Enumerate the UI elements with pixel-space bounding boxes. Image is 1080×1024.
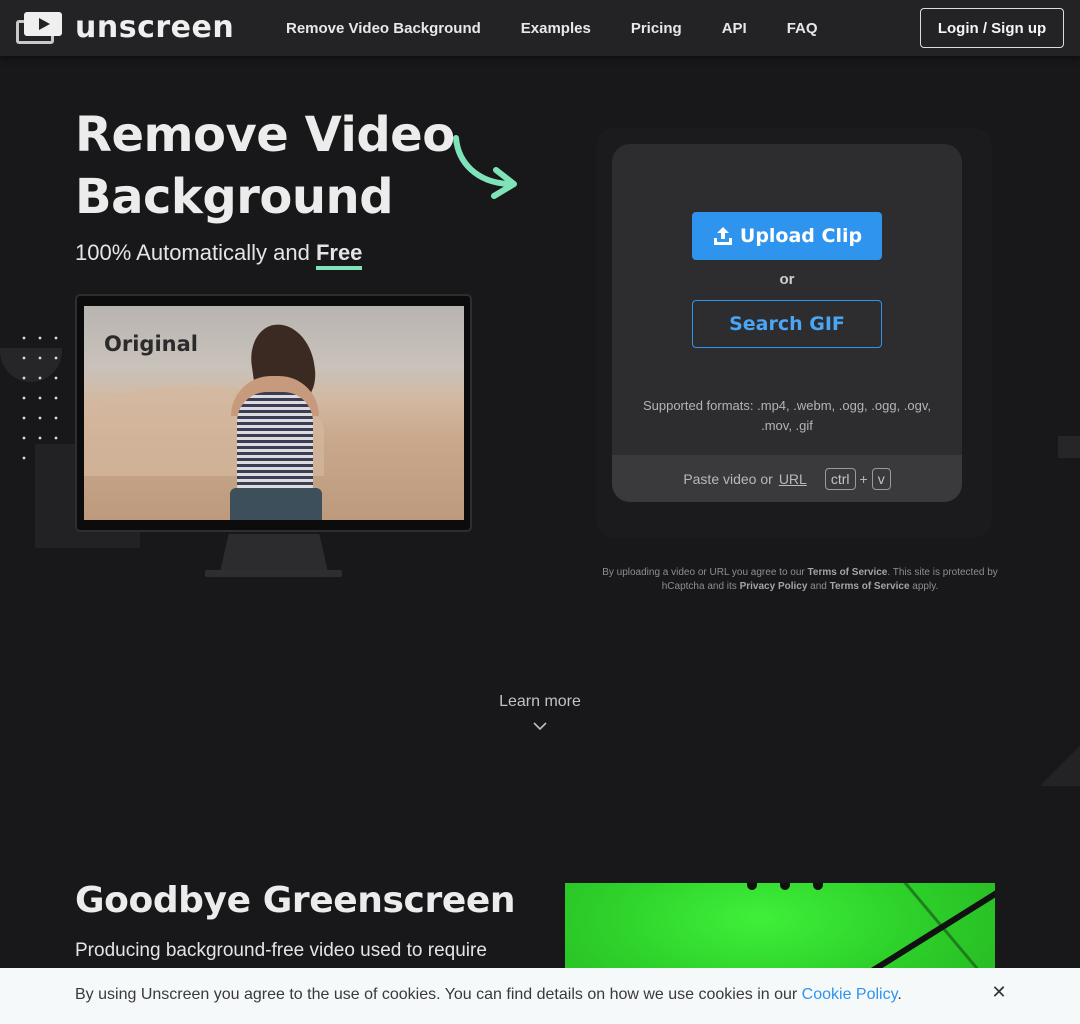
key-ctrl: ctrl <box>824 467 856 490</box>
decor-triangle <box>1040 746 1080 786</box>
or-separator: or <box>779 271 795 288</box>
cookie-banner: By using Unscreen you agree to the use o… <box>0 968 1080 1024</box>
paste-bar: Paste video or URL ctrl + v <box>612 455 962 502</box>
goodbye-text: Producing background-free video used to … <box>75 940 487 961</box>
nav-examples[interactable]: Examples <box>521 20 591 37</box>
formats-line2: .mov, .gif <box>761 418 813 433</box>
close-icon[interactable]: ✕ <box>988 982 1010 1004</box>
upload-clip-button[interactable]: Upload Clip <box>692 212 882 260</box>
demo-monitor: Original <box>75 294 472 532</box>
paste-text: Paste video or <box>683 470 773 487</box>
demo-label: Original <box>104 332 198 356</box>
arrow-icon <box>453 135 517 199</box>
upload-panel: Upload Clip or Search GIF Supported form… <box>612 144 962 502</box>
cookie-period: . <box>897 986 902 1003</box>
hero-subtitle-free: Free <box>315 240 363 270</box>
formats-line1: Supported formats: .mp4, .webm, .ogg, .o… <box>642 398 932 413</box>
goodbye-title: Goodbye Greenscreen <box>75 880 516 921</box>
hero-title-line2: Background <box>75 169 394 225</box>
hero-title: Remove Video Background <box>75 104 495 228</box>
terms-text-1: By uploading a video or URL you agree to… <box>602 567 808 578</box>
paste-url-link[interactable]: URL <box>779 471 807 487</box>
hero-subtitle-text: 100% Automatically and <box>75 240 316 265</box>
supported-formats: Supported formats: .mp4, .webm, .ogg, .o… <box>632 396 942 436</box>
upload-icon <box>713 227 732 245</box>
terms-of-service-link[interactable]: Terms of Service <box>808 567 888 578</box>
terms-text-3: and <box>807 581 830 592</box>
cookie-text: By using Unscreen you agree to the use o… <box>75 986 902 1004</box>
cookie-policy-link[interactable]: Cookie Policy <box>802 986 898 1003</box>
hero-subtitle: 100% Automatically and Free <box>75 240 363 270</box>
cookie-message: By using Unscreen you agree to the use o… <box>75 986 802 1003</box>
privacy-policy-link[interactable]: Privacy Policy <box>740 581 808 592</box>
hero-title-line1: Remove Video <box>75 107 455 163</box>
nav-remove-video-background[interactable]: Remove Video Background <box>286 20 481 37</box>
search-gif-button[interactable]: Search GIF <box>692 300 882 348</box>
login-signup-button[interactable]: Login / Sign up <box>920 8 1064 48</box>
logo[interactable]: unscreen <box>16 12 234 44</box>
monitor-base <box>205 570 342 577</box>
demo-video[interactable]: Original <box>84 306 464 520</box>
main-nav: Remove Video Background Examples Pricing… <box>286 0 818 56</box>
upload-clip-label: Upload Clip <box>739 225 863 247</box>
learn-more-link[interactable]: Learn more <box>440 693 640 711</box>
key-plus: + <box>859 470 868 487</box>
nav-api[interactable]: API <box>722 20 747 37</box>
key-v: v <box>871 467 891 490</box>
monitor-stand <box>220 534 328 572</box>
nav-pricing[interactable]: Pricing <box>631 20 682 37</box>
terms-text-4: apply. <box>909 581 939 592</box>
nav-faq[interactable]: FAQ <box>787 20 818 37</box>
terms-notice: By uploading a video or URL you agree to… <box>600 566 1000 594</box>
logo-text: unscreen <box>75 10 235 45</box>
decor-right-square <box>1058 436 1080 458</box>
chevron-down-icon[interactable] <box>532 720 548 732</box>
site-header: unscreen Remove Video Background Example… <box>0 0 1080 56</box>
terms-of-service-link-2[interactable]: Terms of Service <box>830 581 910 592</box>
logo-icon <box>16 12 62 44</box>
